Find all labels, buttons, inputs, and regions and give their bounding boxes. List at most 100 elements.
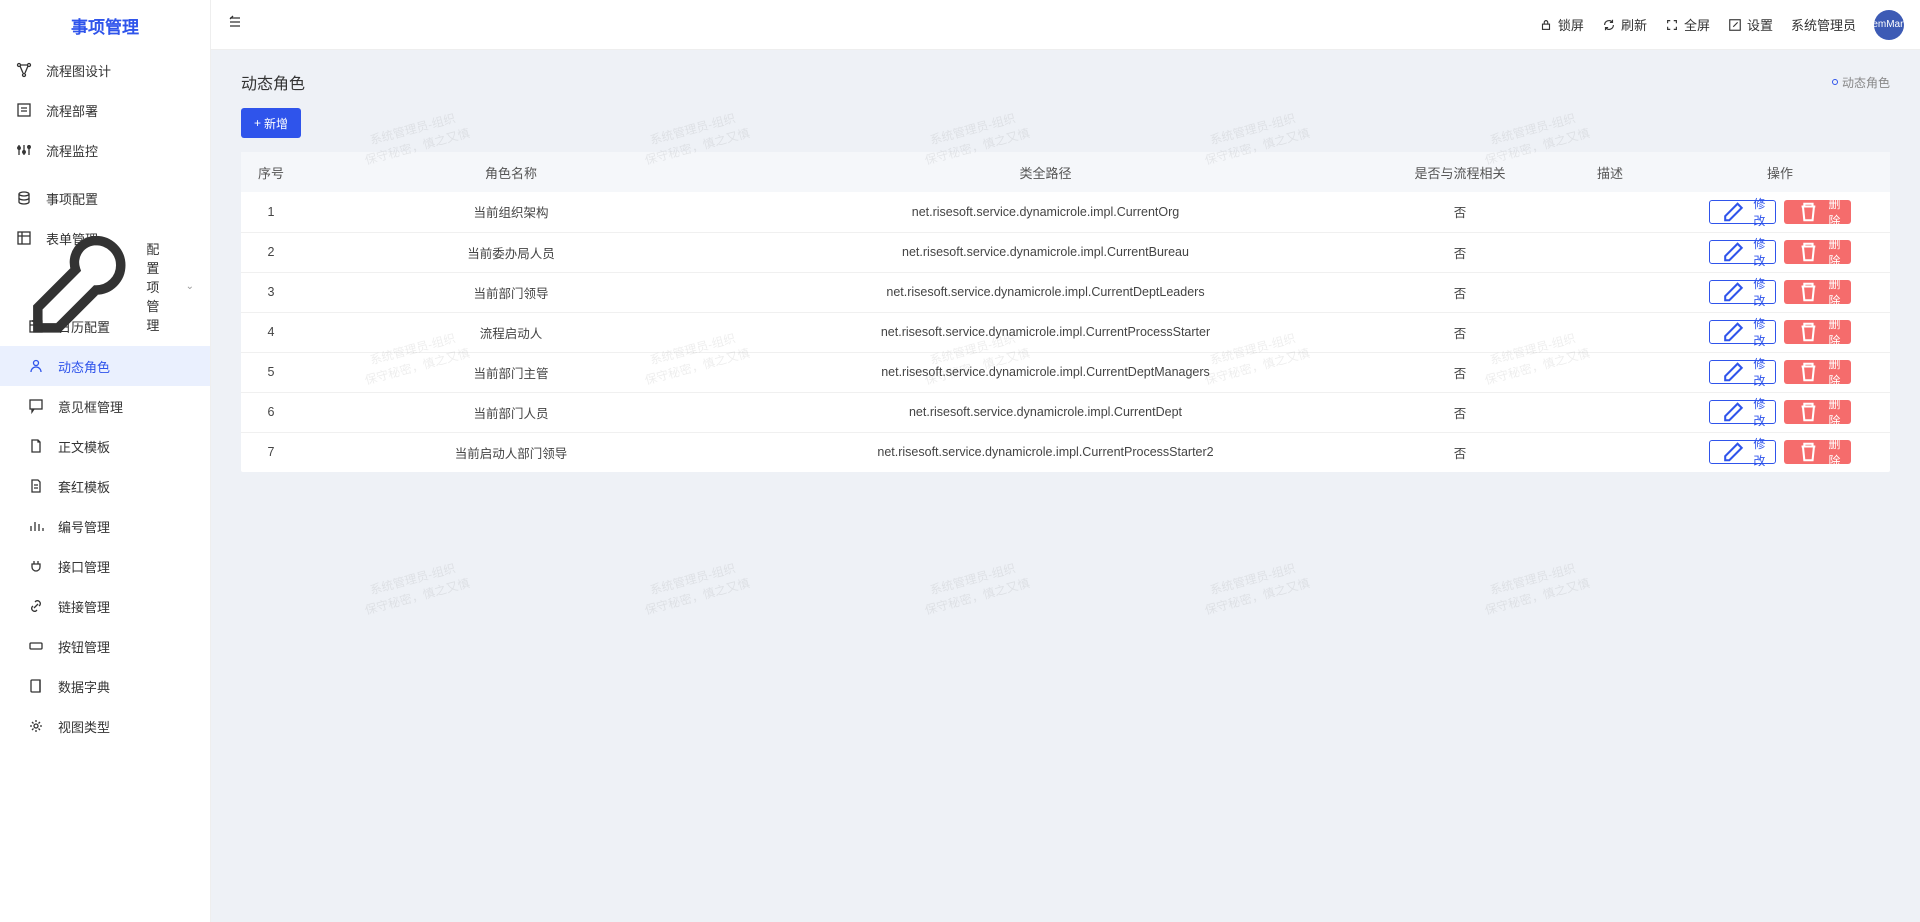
sidebar-item-label: 编号管理 [58, 517, 110, 536]
delete-label: 删除 [1827, 395, 1842, 429]
sidebar-item-view-type[interactable]: 视图类型 [0, 706, 210, 746]
table-row: 6当前部门人员net.risesoft.service.dynamicrole.… [241, 392, 1890, 432]
settings-button[interactable]: 设置 [1728, 15, 1773, 34]
delete-button[interactable]: 删除 [1784, 320, 1851, 344]
cell-seq: 1 [241, 192, 301, 232]
edit-label: 修改 [1752, 235, 1767, 269]
cell-seq: 7 [241, 432, 301, 472]
sidebar-item-flow-monitor[interactable]: 流程监控 [0, 130, 210, 170]
fullscreen-button[interactable]: 全屏 [1665, 15, 1710, 34]
sidebar-menu: 流程图设计 流程部署 流程监控 事项配置 表单管理 配置项管理 ⌄ [0, 50, 210, 922]
book-icon [28, 678, 44, 694]
deploy-icon [16, 102, 32, 118]
edit-icon [1728, 18, 1742, 32]
topbar-label: 系统管理员 [1791, 15, 1856, 34]
edit-button[interactable]: 修改 [1709, 240, 1776, 264]
link-icon [28, 598, 44, 614]
sidebar-item-flowchart-design[interactable]: 流程图设计 [0, 50, 210, 90]
sidebar-item-number-manage[interactable]: 编号管理 [0, 506, 210, 546]
sidebar-item-button-manage[interactable]: 按钮管理 [0, 626, 210, 666]
col-path: 类全路径 [721, 152, 1370, 192]
sidebar-item-dynamic-role[interactable]: 动态角色 [0, 346, 210, 386]
delete-label: 删除 [1827, 235, 1842, 269]
sidebar-item-label: 正文模板 [58, 437, 110, 456]
cell-seq: 4 [241, 312, 301, 352]
cell-name: 当前委办局人员 [301, 232, 721, 272]
sidebar-item-label: 流程部署 [46, 101, 98, 120]
add-button[interactable]: + 新增 [241, 108, 301, 138]
cell-op: 修改删除 [1670, 272, 1890, 312]
file-icon [28, 438, 44, 454]
sidebar-item-opinion-box[interactable]: 意见框管理 [0, 386, 210, 426]
cell-desc [1550, 352, 1670, 392]
sidebar-item-label: 日历配置 [58, 317, 110, 336]
table-row: 3当前部门领导net.risesoft.service.dynamicrole.… [241, 272, 1890, 312]
table-row: 2当前委办局人员net.risesoft.service.dynamicrole… [241, 232, 1890, 272]
refresh-icon [1602, 18, 1616, 32]
cell-seq: 5 [241, 352, 301, 392]
sidebar-item-text-template[interactable]: 正文模板 [0, 426, 210, 466]
sidebar-item-label: 数据字典 [58, 677, 110, 696]
avatar[interactable]: emMan [1874, 10, 1904, 40]
breadcrumb-label: 动态角色 [1842, 74, 1890, 91]
sidebar-item-flow-deploy[interactable]: 流程部署 [0, 90, 210, 130]
cell-path: net.risesoft.service.dynamicrole.impl.Cu… [721, 312, 1370, 352]
delete-button[interactable]: 删除 [1784, 400, 1851, 424]
plug-icon [28, 558, 44, 574]
sidebar-item-label: 意见框管理 [58, 397, 123, 416]
cell-op: 修改删除 [1670, 432, 1890, 472]
table-row: 5当前部门主管net.risesoft.service.dynamicrole.… [241, 352, 1890, 392]
delete-button[interactable]: 删除 [1784, 240, 1851, 264]
sidebar-item-link-manage[interactable]: 链接管理 [0, 586, 210, 626]
refresh-button[interactable]: 刷新 [1602, 15, 1647, 34]
cell-path: net.risesoft.service.dynamicrole.impl.Cu… [721, 392, 1370, 432]
delete-button[interactable]: 删除 [1784, 360, 1851, 384]
cell-name: 流程启动人 [301, 312, 721, 352]
delete-label: 删除 [1827, 435, 1842, 469]
lock-icon [1539, 18, 1553, 32]
delete-button[interactable]: 删除 [1784, 200, 1851, 224]
topbar-label: 刷新 [1621, 15, 1647, 34]
bars-icon [28, 518, 44, 534]
sidebar-item-label: 按钮管理 [58, 637, 110, 656]
cell-desc [1550, 312, 1670, 352]
sidebar-group-label: 配置项管理 [146, 239, 171, 334]
edit-button[interactable]: 修改 [1709, 440, 1776, 464]
cell-op: 修改删除 [1670, 232, 1890, 272]
cell-desc [1550, 432, 1670, 472]
sidebar-item-red-template[interactable]: 套红模板 [0, 466, 210, 506]
lock-button[interactable]: 锁屏 [1539, 15, 1584, 34]
sidebar-item-data-dict[interactable]: 数据字典 [0, 666, 210, 706]
sidebar-item-matter-config[interactable]: 事项配置 [0, 178, 210, 218]
edit-button[interactable]: 修改 [1709, 280, 1776, 304]
cell-name: 当前部门人员 [301, 392, 721, 432]
edit-button[interactable]: 修改 [1709, 320, 1776, 344]
delete-label: 删除 [1827, 355, 1842, 389]
edit-button[interactable]: 修改 [1709, 200, 1776, 224]
sidebar-item-label: 事项配置 [46, 189, 98, 208]
fullscreen-icon [1665, 18, 1679, 32]
delete-button[interactable]: 删除 [1784, 280, 1851, 304]
edit-label: 修改 [1752, 315, 1767, 349]
edit-label: 修改 [1752, 275, 1767, 309]
edit-button[interactable]: 修改 [1709, 360, 1776, 384]
user-name[interactable]: 系统管理员 [1791, 15, 1856, 34]
cell-name: 当前部门领导 [301, 272, 721, 312]
cell-desc [1550, 192, 1670, 232]
cell-op: 修改删除 [1670, 352, 1890, 392]
sidebar-item-interface-manage[interactable]: 接口管理 [0, 546, 210, 586]
calendar-icon [28, 318, 44, 334]
cell-name: 当前部门主管 [301, 352, 721, 392]
cell-desc [1550, 272, 1670, 312]
cell-name: 当前组织架构 [301, 192, 721, 232]
collapse-sidebar-button[interactable] [227, 14, 243, 35]
button-icon [28, 638, 44, 654]
table-row: 1当前组织架构net.risesoft.service.dynamicrole.… [241, 192, 1890, 232]
sidebar-group-config[interactable]: 配置项管理 ⌄ [0, 266, 210, 306]
sidebar-item-label: 流程图设计 [46, 61, 111, 80]
sidebar-item-label: 链接管理 [58, 597, 110, 616]
sidebar: 事项管理 流程图设计 流程部署 流程监控 事项配置 表单管理 [0, 0, 211, 922]
delete-button[interactable]: 删除 [1784, 440, 1851, 464]
edit-button[interactable]: 修改 [1709, 400, 1776, 424]
cell-desc [1550, 232, 1670, 272]
